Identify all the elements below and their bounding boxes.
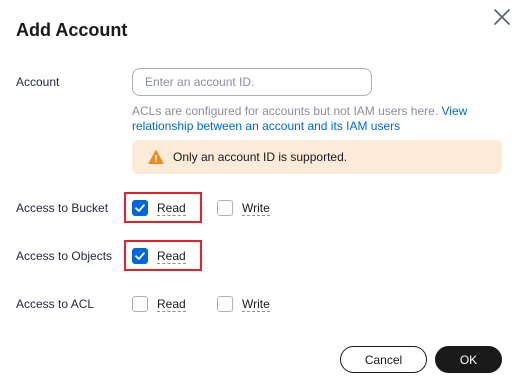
warning-icon [148, 150, 164, 164]
objects-read-label: Read [157, 248, 186, 264]
bucket-write-checkbox[interactable]: Write [217, 198, 270, 218]
access-to-bucket-label: Access to Bucket [16, 201, 109, 215]
acl-read-label: Read [157, 296, 186, 312]
cancel-button[interactable]: Cancel [340, 346, 427, 373]
checkbox-checked-icon [132, 200, 148, 216]
alert-text: Only an account ID is supported. [173, 150, 348, 164]
objects-read-checkbox[interactable]: Read [132, 246, 186, 266]
account-id-input[interactable] [132, 68, 372, 96]
ok-button[interactable]: OK [435, 346, 502, 373]
close-icon [494, 9, 510, 25]
acl-write-checkbox[interactable]: Write [217, 294, 270, 314]
access-to-objects-label: Access to Objects [16, 249, 113, 263]
help-text: ACLs are configured for accounts but not… [132, 104, 442, 118]
access-to-acl-label: Access to ACL [16, 297, 95, 311]
bucket-read-checkbox[interactable]: Read [132, 198, 186, 218]
bucket-read-label: Read [157, 200, 186, 216]
account-label: Account [16, 75, 60, 89]
bucket-write-label: Write [242, 200, 270, 216]
acl-read-checkbox[interactable]: Read [132, 294, 186, 314]
checkbox-unchecked-icon [132, 296, 148, 312]
checkbox-unchecked-icon [217, 200, 233, 216]
close-button[interactable] [492, 7, 512, 27]
acl-write-label: Write [242, 296, 270, 312]
add-account-dialog: Add Account Account ACLs are configured … [0, 0, 524, 383]
checkbox-checked-icon [132, 248, 148, 264]
warning-alert: Only an account ID is supported. [132, 140, 502, 174]
checkbox-unchecked-icon [217, 296, 233, 312]
dialog-title: Add Account [16, 20, 128, 40]
account-help-text: ACLs are configured for accounts but not… [132, 104, 482, 134]
